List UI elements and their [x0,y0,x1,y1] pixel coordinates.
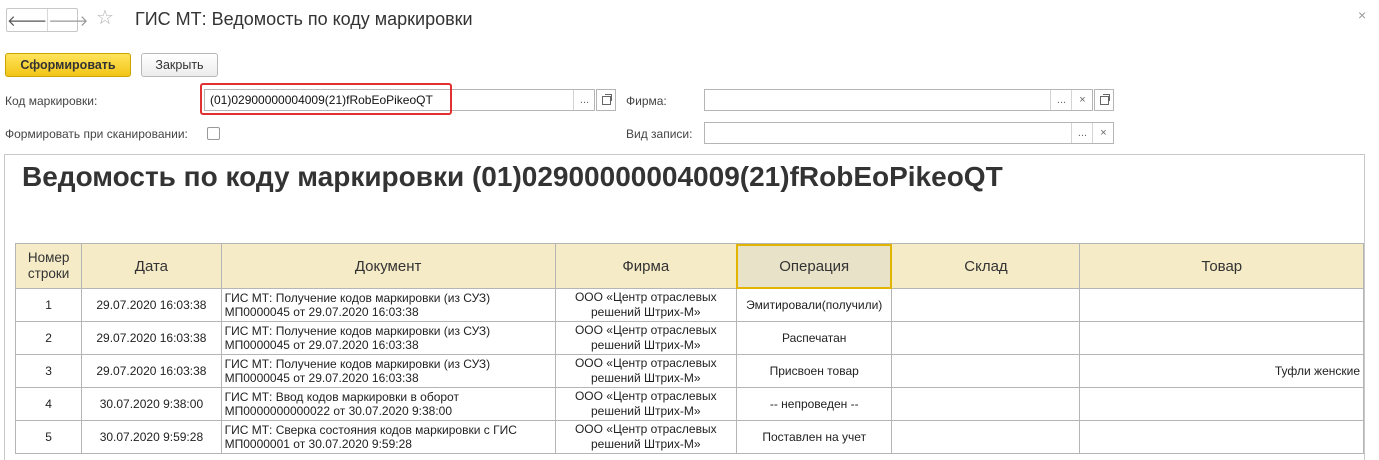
table-row: 5 30.07.2020 9:59:28 ГИС МТ: Сверка сост… [14,420,1364,454]
record-type-clear-icon[interactable]: × [1092,123,1114,143]
table-row: 2 29.07.2020 16:03:38 ГИС МТ: Получение … [14,321,1364,355]
forward-arrow-icon[interactable]: 🡒 [47,9,88,31]
table-row: 1 29.07.2020 16:03:38 ГИС МТ: Получение … [14,288,1364,322]
document-number: МП0000001 от 30.07.2020 9:59:28 [224,437,412,451]
document-number: МП0000045 от 29.07.2020 16:03:38 [224,371,419,385]
scan-label: Формировать при сканировании: [5,127,188,141]
cell-date[interactable]: 30.07.2020 9:38:00 [81,387,222,421]
close-button[interactable]: Закрыть [141,53,218,77]
cell-date[interactable]: 29.07.2020 16:03:38 [81,288,222,322]
cell-operation[interactable]: Поставлен на учет [735,420,893,454]
cell-firm[interactable]: ООО «Центр отраслевых решений Штрих-М» [554,420,737,454]
column-header-row-number[interactable]: Номер строки [14,243,83,289]
column-header-product[interactable]: Товар [1079,243,1364,289]
cell-firm[interactable]: ООО «Центр отраслевых решений Штрих-М» [554,354,737,388]
cell-product[interactable] [1079,420,1364,454]
cell-product[interactable]: Туфли женские [1079,354,1364,388]
cell-document[interactable]: ГИС МТ: Получение кодов маркировки (из С… [220,354,556,388]
cell-firm[interactable]: ООО «Центр отраслевых решений Штрих-М» [554,321,737,355]
cell-row-number[interactable]: 1 [14,288,83,322]
report-area[interactable]: Ведомость по коду маркировки (01)0290000… [4,154,1365,460]
firm-line-2: решений Штрих-М» [591,305,701,319]
record-type-select-button[interactable]: ... [1071,123,1093,143]
document-number: МП0000045 от 29.07.2020 16:03:38 [224,305,419,319]
cell-row-number[interactable]: 4 [14,387,83,421]
cell-warehouse[interactable] [891,288,1081,322]
cell-product[interactable] [1079,387,1364,421]
cell-product[interactable] [1079,288,1364,322]
firm-select-button[interactable]: ... [1050,90,1072,110]
table-row: 3 29.07.2020 16:03:38 ГИС МТ: Получение … [14,354,1364,388]
cell-row-number[interactable]: 5 [14,420,83,454]
generate-button[interactable]: Сформировать [5,53,131,77]
open-icon[interactable] [596,89,616,111]
cell-operation[interactable]: Распечатан [735,321,893,355]
cell-warehouse[interactable] [891,420,1081,454]
firm-line-2: решений Штрих-М» [591,437,701,451]
firm-line-1: ООО «Центр отраслевых [574,389,717,403]
cell-document[interactable]: ГИС МТ: Сверка состояния кодов маркировк… [220,420,556,454]
document-name: ГИС МТ: Получение кодов маркировки (из С… [224,324,491,338]
report-table: Номер строки Дата Документ Фирма Операци… [14,243,1364,454]
firm-line-1: ООО «Центр отраслевых [574,290,717,304]
firm-line-1: ООО «Центр отраслевых [574,323,717,337]
back-arrow-icon[interactable]: 🡐 [7,9,47,31]
firm-line-2: решений Штрих-М» [591,338,701,352]
column-header-warehouse[interactable]: Склад [891,243,1081,289]
column-header-document[interactable]: Документ [220,243,556,289]
column-header-date[interactable]: Дата [81,243,222,289]
cell-operation[interactable]: Эмитировали(получили) [735,288,893,322]
firm-clear-icon[interactable]: × [1071,90,1093,110]
table-header-row: Номер строки Дата Документ Фирма Операци… [14,243,1364,289]
firm-line-1: ООО «Центр отраслевых [574,356,717,370]
close-icon[interactable]: × [1358,7,1366,23]
cell-warehouse[interactable] [891,354,1081,388]
cell-operation[interactable]: Присвоен товар [735,354,893,388]
scan-checkbox[interactable] [207,127,220,140]
document-number: МП0000000000022 от 30.07.2020 9:38:00 [224,404,452,418]
document-name: ГИС МТ: Ввод кодов маркировки в оборот [224,390,459,404]
cell-firm[interactable]: ООО «Центр отраслевых решений Штрих-М» [554,288,737,322]
document-name: ГИС МТ: Получение кодов маркировки (из С… [224,357,491,371]
firm-line-2: решений Штрих-М» [591,371,701,385]
cell-firm[interactable]: ООО «Центр отраслевых решений Штрих-М» [554,387,737,421]
column-header-operation[interactable]: Операция [735,243,893,289]
window-title: ГИС МТ: Ведомость по коду маркировки [135,9,473,29]
cell-date[interactable]: 29.07.2020 16:03:38 [81,354,222,388]
cell-warehouse[interactable] [891,321,1081,355]
record-type-label: Вид записи: [626,127,693,141]
firm-field[interactable]: ... × [704,89,1093,111]
select-button[interactable]: ... [573,90,595,110]
table-row: 4 30.07.2020 9:38:00 ГИС МТ: Ввод кодов … [14,387,1364,421]
firm-open-icon[interactable] [1094,89,1114,111]
highlight-frame [200,83,452,115]
cell-row-number[interactable]: 3 [14,354,83,388]
star-icon[interactable]: ☆ [96,6,114,30]
column-header-firm[interactable]: Фирма [554,243,737,289]
document-number: МП0000045 от 29.07.2020 16:03:38 [224,338,419,352]
cell-product[interactable] [1079,321,1364,355]
cell-document[interactable]: ГИС МТ: Получение кодов маркировки (из С… [220,321,556,355]
cell-document[interactable]: ГИС МТ: Получение кодов маркировки (из С… [220,288,556,322]
code-label: Код маркировки: [5,94,98,108]
document-name: ГИС МТ: Сверка состояния кодов маркировк… [224,423,517,437]
firm-label: Фирма: [626,94,667,108]
report-title: Ведомость по коду маркировки (01)0290000… [22,161,1003,192]
document-name: ГИС МТ: Получение кодов маркировки (из С… [224,291,491,305]
record-type-field[interactable]: ... × [704,122,1114,144]
cell-date[interactable]: 29.07.2020 16:03:38 [81,321,222,355]
navigation-buttons: 🡐 🡒 [6,8,88,32]
cell-date[interactable]: 30.07.2020 9:59:28 [81,420,222,454]
cell-operation[interactable]: -- непроведен -- [735,387,893,421]
firm-line-2: решений Штрих-М» [591,404,701,418]
cell-document[interactable]: ГИС МТ: Ввод кодов маркировки в оборот МП… [220,387,556,421]
firm-line-1: ООО «Центр отраслевых [574,422,717,436]
cell-row-number[interactable]: 2 [14,321,83,355]
cell-warehouse[interactable] [891,387,1081,421]
